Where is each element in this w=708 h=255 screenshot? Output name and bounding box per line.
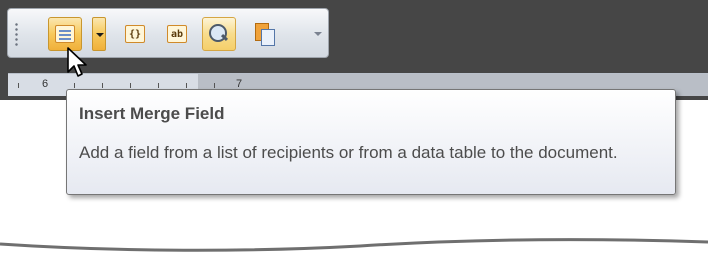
- highlight-merge-fields-icon: {}: [125, 25, 145, 43]
- ruler-tick: [214, 83, 215, 88]
- address-block-icon: ab: [167, 25, 187, 43]
- overflow-chevron-icon[interactable]: [314, 32, 322, 36]
- highlight-merge-fields-button[interactable]: {}: [118, 17, 152, 51]
- insert-merge-field-dropdown-button[interactable]: [92, 17, 106, 51]
- ruler-tick: [186, 83, 187, 88]
- preview-results-icon: [209, 24, 229, 44]
- mail-merge-button[interactable]: [248, 17, 282, 51]
- ruler-tick: [130, 83, 131, 88]
- ruler-tick: [74, 83, 75, 88]
- ruler-tick: [158, 83, 159, 88]
- preview-results-button[interactable]: [202, 17, 236, 51]
- torn-page-edge: [0, 238, 708, 255]
- insert-address-block-button[interactable]: ab: [160, 17, 194, 51]
- tooltip-title: Insert Merge Field: [79, 104, 225, 123]
- ruler-tick: [102, 83, 103, 88]
- mail-merge-toolbar: {} ab: [7, 8, 329, 58]
- ruler-tick: [18, 83, 19, 88]
- mail-merge-icon: [255, 23, 275, 46]
- toolbar-grip-handle[interactable]: [15, 22, 18, 46]
- insert-merge-field-icon: [55, 25, 75, 43]
- ruler-number: 6: [42, 78, 49, 90]
- tooltip-description: Add a field from a list of recipients or…: [79, 143, 618, 162]
- insert-merge-field-tooltip: Insert Merge Field Add a field from a li…: [66, 89, 676, 195]
- mouse-pointer-icon: [67, 47, 87, 77]
